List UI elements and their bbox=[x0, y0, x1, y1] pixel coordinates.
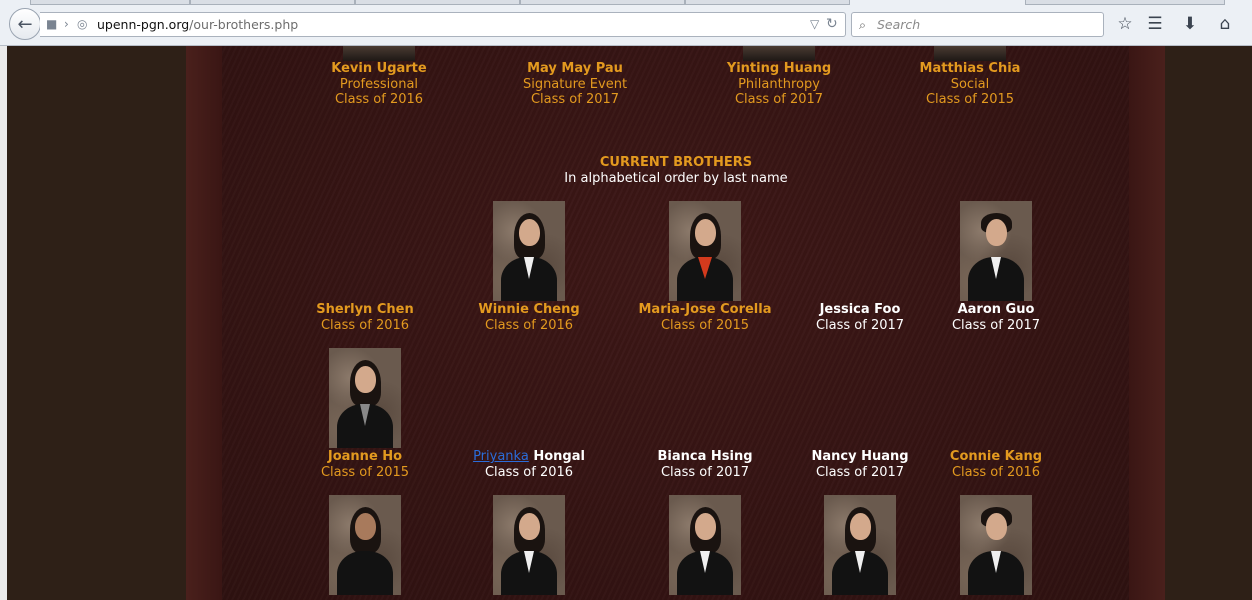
member-name: Connie Kang bbox=[949, 449, 1043, 464]
officer-photo bbox=[743, 46, 815, 61]
back-button[interactable]: ← bbox=[9, 8, 41, 40]
bookmark-star-icon[interactable]: ☆ bbox=[1113, 12, 1137, 36]
member-photo bbox=[493, 201, 565, 301]
member-last-name: Hongal bbox=[533, 449, 585, 464]
officer-class: Class of 2017 bbox=[734, 92, 824, 107]
member-photo bbox=[824, 495, 896, 595]
member-class: Class of 2017 bbox=[951, 317, 1041, 333]
member-photo bbox=[960, 495, 1032, 595]
member-name: Bianca Hsing bbox=[657, 449, 753, 464]
member-photo bbox=[329, 348, 401, 448]
panel-edge-right bbox=[1129, 46, 1165, 600]
member-name: Winnie Cheng bbox=[478, 302, 580, 317]
member-card: Aaron Guo Class of 2017 bbox=[921, 302, 1071, 333]
member-class: Class of 2016 bbox=[320, 317, 410, 333]
member-name: Nancy Huang bbox=[811, 449, 909, 464]
member-card: Joanne Ho Class of 2015 bbox=[290, 449, 440, 480]
member-card: Winnie Cheng Class of 2016 bbox=[454, 302, 604, 333]
officer-photo bbox=[934, 46, 1006, 61]
section-title: CURRENT BROTHERS bbox=[599, 155, 753, 170]
officer-card: May May Pau Signature Event Class of 201… bbox=[500, 61, 650, 108]
search-placeholder: Search bbox=[877, 17, 921, 32]
officer-name: Yinting Huang bbox=[726, 61, 832, 76]
search-bar[interactable]: ⌕ Search bbox=[851, 12, 1104, 37]
panel-edge-left bbox=[186, 46, 222, 600]
back-arrow-icon: ← bbox=[17, 13, 33, 35]
current-brothers-header: CURRENT BROTHERS In alphabetical order b… bbox=[526, 155, 826, 186]
browser-toolbar: ← ■ › ◎ upenn-pgn.org/our-brothers.php ▽… bbox=[0, 0, 1252, 46]
member-photo bbox=[669, 495, 741, 595]
download-icon[interactable]: ⬇ bbox=[1178, 12, 1202, 36]
page-left-margin bbox=[0, 46, 7, 600]
officer-role: Signature Event bbox=[522, 76, 628, 92]
section-subtitle: In alphabetical order by last name bbox=[564, 170, 788, 186]
tab-strip bbox=[0, 0, 1252, 5]
member-class: Class of 2016 bbox=[484, 464, 574, 480]
globe-icon[interactable]: ◎ bbox=[77, 13, 87, 36]
member-photo bbox=[493, 495, 565, 595]
tab[interactable] bbox=[1025, 0, 1225, 5]
member-name: Aaron Guo bbox=[957, 302, 1035, 317]
separator-icon: › bbox=[64, 17, 69, 31]
member-card: Bianca Hsing Class of 2017 bbox=[630, 449, 780, 480]
member-name: Joanne Ho bbox=[327, 449, 403, 464]
member-card: Priyanka Hongal Class of 2016 bbox=[454, 449, 604, 480]
officer-name: Matthias Chia bbox=[919, 61, 1021, 76]
officer-photo bbox=[343, 46, 415, 61]
home-icon[interactable]: ⌂ bbox=[1213, 12, 1237, 36]
tab[interactable] bbox=[190, 0, 355, 5]
officer-card: Matthias Chia Social Class of 2015 bbox=[895, 61, 1045, 108]
officer-card: Kevin Ugarte Professional Class of 2016 bbox=[304, 61, 454, 108]
member-photo bbox=[960, 201, 1032, 301]
member-class: Class of 2017 bbox=[815, 464, 905, 480]
member-photo bbox=[669, 201, 741, 301]
member-card: Sherlyn Chen Class of 2016 bbox=[290, 302, 440, 333]
member-class: Class of 2017 bbox=[815, 317, 905, 333]
officer-class: Class of 2017 bbox=[530, 92, 620, 107]
url-host: upenn-pgn.org bbox=[97, 17, 190, 32]
member-class: Class of 2015 bbox=[660, 317, 750, 333]
tab[interactable] bbox=[30, 0, 190, 5]
folder-icon[interactable]: ■ bbox=[46, 13, 57, 36]
officer-name: May May Pau bbox=[527, 61, 623, 76]
member-name: Priyanka Hongal bbox=[454, 449, 604, 465]
member-card: Nancy Huang Class of 2017 bbox=[785, 449, 935, 480]
member-class: Class of 2017 bbox=[660, 464, 750, 480]
url-bar[interactable]: ■ › ◎ upenn-pgn.org/our-brothers.php ▽ ↻ bbox=[40, 12, 846, 37]
officer-role: Philanthropy bbox=[738, 76, 820, 92]
officer-card: Yinting Huang Philanthropy Class of 2017 bbox=[704, 61, 854, 108]
member-name: Sherlyn Chen bbox=[316, 302, 414, 317]
search-icon: ⌕ bbox=[859, 17, 867, 32]
member-class: Class of 2016 bbox=[484, 317, 574, 333]
member-card: Maria-Jose Corella Class of 2015 bbox=[625, 302, 785, 333]
member-photo bbox=[329, 495, 401, 595]
web-page: Kevin Ugarte Professional Class of 2016 … bbox=[0, 46, 1252, 600]
member-card: Connie Kang Class of 2016 bbox=[921, 449, 1071, 480]
member-profile-link[interactable]: Priyanka bbox=[473, 449, 529, 464]
officer-name: Kevin Ugarte bbox=[331, 61, 427, 76]
reload-icon[interactable]: ↻ bbox=[826, 13, 838, 36]
member-class: Class of 2015 bbox=[320, 464, 410, 480]
officer-class: Class of 2015 bbox=[925, 92, 1015, 107]
tab[interactable] bbox=[520, 0, 685, 5]
tab[interactable] bbox=[355, 0, 520, 5]
dropdown-icon[interactable]: ▽ bbox=[810, 13, 819, 36]
url-text: upenn-pgn.org/our-brothers.php bbox=[97, 13, 298, 36]
officer-class: Class of 2016 bbox=[334, 92, 424, 107]
member-card: Jessica Foo Class of 2017 bbox=[785, 302, 935, 333]
tab[interactable] bbox=[685, 0, 850, 5]
member-class: Class of 2016 bbox=[951, 464, 1041, 480]
url-path: /our-brothers.php bbox=[189, 17, 299, 32]
reader-list-icon[interactable]: ☰ bbox=[1143, 12, 1167, 36]
member-name: Jessica Foo bbox=[819, 302, 901, 317]
member-name: Maria-Jose Corella bbox=[638, 302, 772, 317]
officer-role: Professional bbox=[339, 76, 419, 92]
officer-role: Social bbox=[950, 76, 990, 92]
